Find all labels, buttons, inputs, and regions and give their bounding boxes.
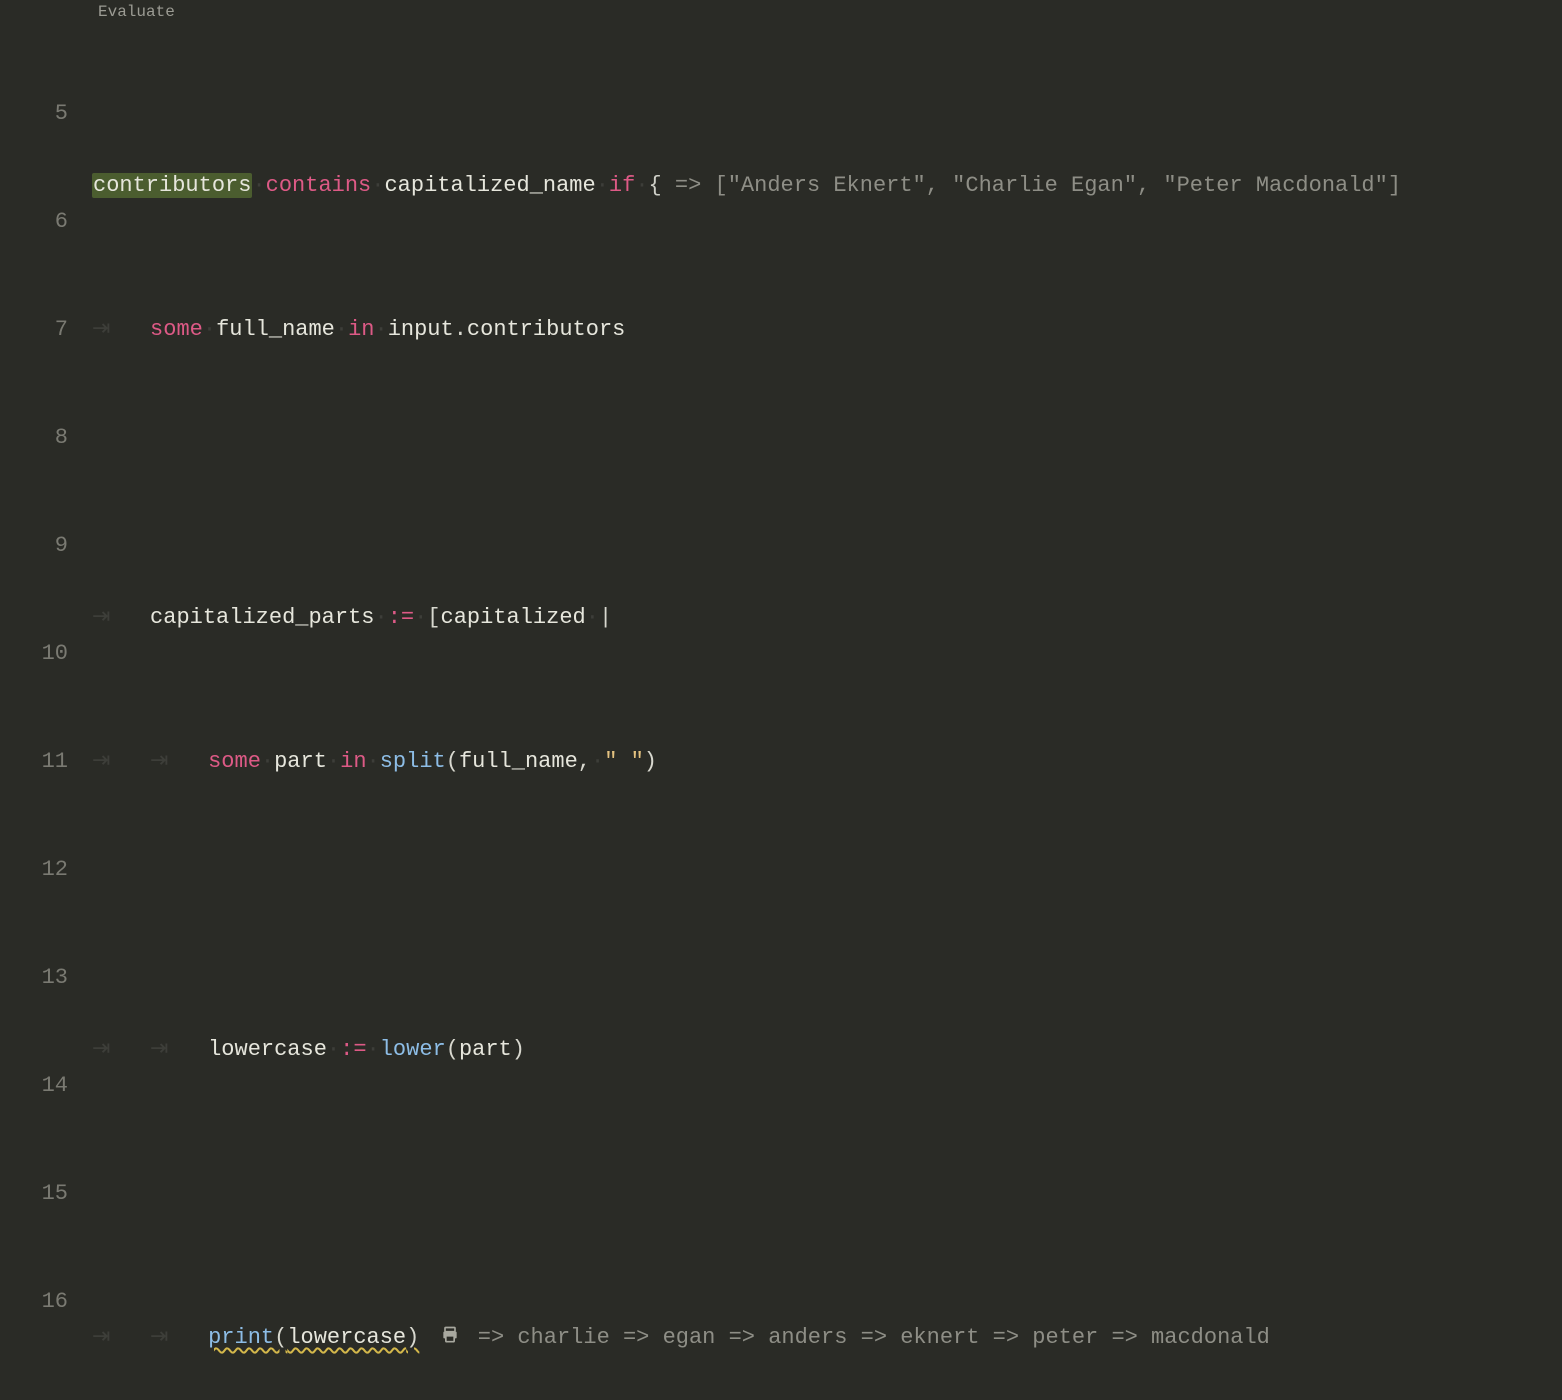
line-number-gutter: 5 6 7 8 9 10 11 12 13 14 15 16 17 18 19 … [0,0,92,700]
code-line[interactable]: ⇥ ⇥ lowercase·:=·lower(part) [92,1032,1562,1068]
line-number: 17 [0,1392,68,1400]
code-editor[interactable]: 5 6 7 8 9 10 11 12 13 14 15 16 17 18 19 … [0,0,1562,700]
code-line[interactable] [92,1176,1562,1212]
inlay-rule-result: => ["Anders Eknert", "Charlie Egan", "Pe… [675,173,1401,198]
line-number: 5 [0,96,68,132]
line-number: 7 [0,312,68,348]
line-number: 9 [0,528,68,564]
code-area[interactable]: Evaluate contributors·contains·capitaliz… [92,0,1562,700]
code-line[interactable]: ⇥ ⇥ print(lowercase) => charlie => egan … [92,1320,1562,1356]
line-number: 11 [0,744,68,780]
inlay-print-result: => charlie => egan => anders => eknert =… [478,1325,1270,1350]
code-line[interactable]: ⇥ some·full_name·in·input.contributors [92,312,1562,348]
line-number: 16 [0,1284,68,1320]
evaluate-codelens[interactable]: Evaluate [98,0,175,24]
line-number: 10 [0,636,68,672]
line-number: 14 [0,1068,68,1104]
rule-name: contributors [92,173,252,198]
code-line[interactable]: contributors·contains·capitalized_name·i… [92,168,1562,204]
line-number: 8 [0,420,68,456]
code-line[interactable]: ⇥ ⇥ some·part·in·split(full_name,·" ") [92,744,1562,780]
code-line[interactable] [92,456,1562,492]
print-call: print [208,1325,274,1350]
line-number: 6 [0,204,68,240]
line-number: 13 [0,960,68,996]
line-number: 12 [0,852,68,888]
code-line[interactable]: ⇥ capitalized_parts·:=·[capitalized·| [92,600,1562,636]
code-line[interactable] [92,888,1562,924]
printer-icon [439,1325,461,1345]
line-number: 15 [0,1176,68,1212]
